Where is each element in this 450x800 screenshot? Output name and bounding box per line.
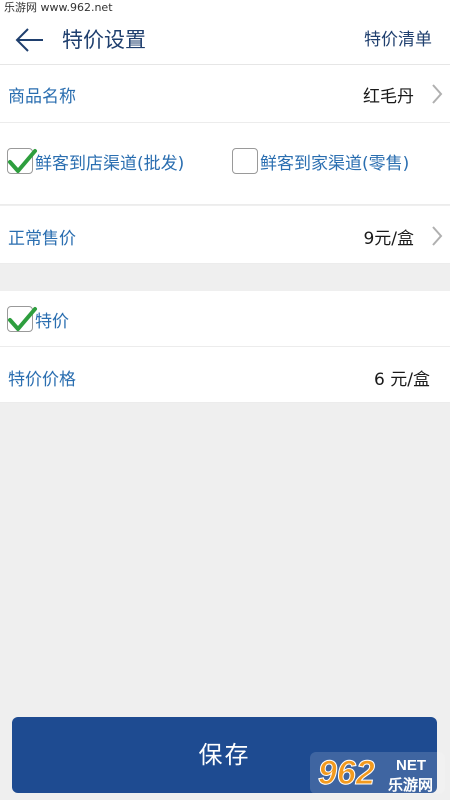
product-name-label: 商品名称 (8, 87, 76, 107)
product-name-value: 红毛丹 (363, 87, 414, 107)
special-checkbox[interactable]: 特价 (7, 306, 69, 332)
save-button[interactable]: 保存 (12, 717, 437, 793)
checkbox-box (232, 148, 258, 174)
header-bar: 特价设置 特价清单 (0, 16, 450, 65)
check-icon (8, 307, 37, 331)
normal-price-value: 9元/盒 (363, 229, 414, 249)
channel-home-checkbox[interactable]: 鲜客到家渠道(零售) (232, 148, 409, 174)
normal-price-label: 正常售价 (8, 229, 76, 249)
special-price-row[interactable]: 特价价格 6 元/盒 (0, 347, 450, 403)
watermark-top: 乐游网 www.962.net (0, 0, 450, 16)
special-price-label: 特价价格 (8, 370, 76, 390)
channel-row: 鲜客到店渠道(批发) 鲜客到家渠道(零售) (0, 123, 450, 205)
checkbox-box (7, 148, 37, 174)
normal-price-row[interactable]: 正常售价 9元/盒 (0, 206, 450, 264)
special-list-link[interactable]: 特价清单 (364, 16, 432, 64)
back-button[interactable] (12, 22, 48, 58)
check-icon (8, 149, 37, 173)
special-row: 特价 (0, 291, 450, 347)
checkbox-box (7, 306, 37, 332)
special-price-value[interactable]: 6 元/盒 (374, 365, 430, 390)
channel-store-checkbox[interactable]: 鲜客到店渠道(批发) (7, 148, 184, 174)
channel-store-label: 鲜客到店渠道(批发) (35, 153, 185, 174)
chevron-right-icon (432, 84, 443, 104)
page-title: 特价设置 (62, 28, 146, 52)
special-label: 特价 (35, 311, 69, 332)
channel-home-label: 鲜客到家渠道(零售) (260, 153, 410, 174)
arrow-left-icon (15, 28, 43, 52)
product-name-row[interactable]: 商品名称 红毛丹 (0, 65, 450, 123)
chevron-right-icon (432, 226, 443, 246)
